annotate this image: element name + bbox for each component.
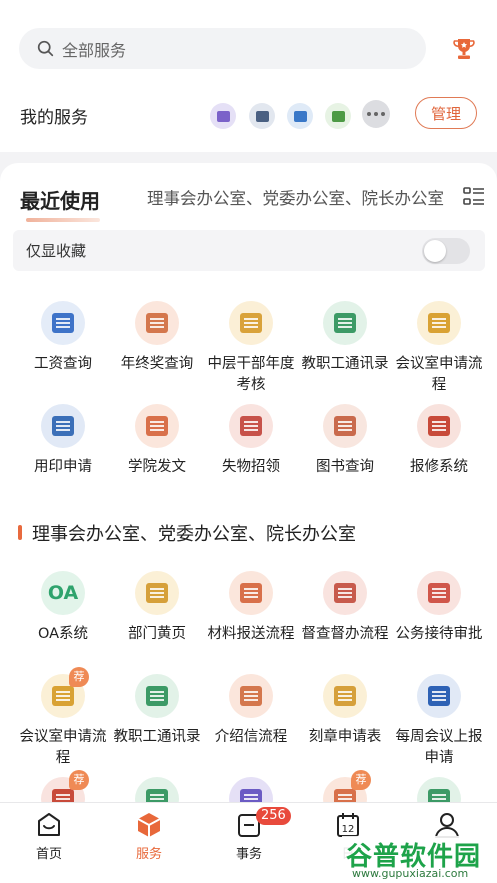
service-item[interactable]: 工资查询 [16, 301, 110, 375]
service-item[interactable]: 中层干部年度考核 [204, 301, 298, 396]
service-item[interactable]: 学院发文 [110, 404, 204, 478]
service-item[interactable]: 失物招领 [204, 404, 298, 478]
favorites-only-row: 仅显收藏 [13, 230, 485, 271]
folder-submit-icon [229, 571, 273, 615]
tasks-badge: 256 [256, 807, 291, 825]
service-item[interactable]: 每周会议上报申请 [392, 674, 486, 769]
service-label: 督查督办流程 [301, 626, 389, 642]
service-label: 公务接待审批 [395, 626, 483, 642]
service-item[interactable]: 督查督办流程 [298, 571, 392, 645]
service-item[interactable]: 图书查询 [298, 404, 392, 478]
services-panel: 最近使用 理事会办公室、党委办公室、院长办公室 仅显收藏 工资查询 年终奖查询 中层… [0, 163, 497, 813]
tab-active-indicator [26, 218, 100, 222]
clipboard-icon[interactable] [325, 103, 351, 129]
bonus-yen-icon [135, 301, 179, 345]
section-marker [18, 525, 22, 540]
service-item[interactable]: 材料报送流程 [204, 571, 298, 645]
service-item[interactable]: 教职工通讯录 [298, 301, 392, 375]
list-view-icon[interactable] [463, 187, 485, 207]
more-dots-icon[interactable] [362, 100, 390, 128]
meeting-room-icon [417, 301, 461, 345]
search-icon [37, 40, 54, 57]
service-label: 报修系统 [410, 459, 468, 475]
repair-house-icon [417, 404, 461, 448]
section-title: 理事会办公室、党委办公室、院长办公室 [32, 524, 356, 545]
service-label: 教职工通讯录 [301, 356, 389, 372]
letter-icon [229, 674, 273, 718]
seal-form-icon [323, 674, 367, 718]
tab-services[interactable]: 服务 [114, 811, 184, 862]
reception-calendar-icon [417, 571, 461, 615]
service-label: 学院发文 [128, 459, 186, 475]
service-label: 会议室申请流程 [395, 356, 483, 393]
service-item[interactable]: 用印申请 [16, 404, 110, 478]
service-item[interactable]: 教职工通讯录 [110, 674, 204, 748]
manage-button[interactable]: 管理 [415, 97, 477, 129]
service-item[interactable]: 公务接待审批 [392, 571, 486, 645]
stamp-icon [41, 404, 85, 448]
my-services-title: 我的服务 [20, 108, 88, 128]
lost-found-icon [229, 404, 273, 448]
document-icon [135, 404, 179, 448]
assessment-icon [229, 301, 273, 345]
tab-office[interactable]: 理事会办公室、党委办公室、院长办公室 [147, 185, 452, 209]
service-item[interactable]: 年终奖查询 [110, 301, 204, 375]
yellow-pages-icon [135, 571, 179, 615]
watermark: 谷普软件园 www.gupuxiazai.com [342, 836, 497, 883]
contacts-book-icon [135, 674, 179, 718]
service-item[interactable]: 介绍信流程 [204, 674, 298, 748]
recommend-badge: 荐 [351, 770, 371, 790]
service-label: 部门黄页 [128, 626, 186, 642]
book-search-icon [323, 404, 367, 448]
weekly-report-icon [417, 674, 461, 718]
service-label: 教职工通讯录 [113, 729, 201, 745]
favorites-only-label: 仅显收藏 [26, 242, 87, 260]
service-label: 图书查询 [316, 459, 374, 475]
contacts-book-icon [323, 301, 367, 345]
top-header: 全部服务 我的服务 管理 [0, 0, 497, 152]
service-item[interactable]: 会议室申请流程 [392, 301, 486, 396]
oa-icon: OA [41, 571, 85, 615]
tab-home[interactable]: 首页 [14, 811, 84, 862]
id-card-icon[interactable] [210, 103, 236, 129]
service-label: 工资查询 [34, 356, 92, 372]
service-item[interactable]: 部门黄页 [110, 571, 204, 645]
service-item[interactable]: 报修系统 [392, 404, 486, 478]
meeting-room-icon: 荐 [41, 667, 89, 718]
service-label: 每周会议上报申请 [395, 729, 483, 766]
svg-text:12: 12 [342, 824, 355, 835]
recommend-badge: 荐 [69, 667, 89, 687]
tab-tasks[interactable]: 256 事务 [214, 807, 291, 862]
service-item[interactable]: 荐会议室申请流程 [16, 667, 110, 769]
service-label: 中层干部年度考核 [207, 356, 295, 393]
service-label: 失物招领 [222, 459, 280, 475]
profile-icon [434, 813, 460, 838]
supervise-icon [323, 571, 367, 615]
calendar-icon: 12 [337, 813, 359, 837]
home-icon [38, 813, 60, 836]
tab-recent[interactable]: 最近使用 [20, 185, 100, 214]
service-label: 用印申请 [34, 459, 92, 475]
chart-board-icon[interactable] [249, 103, 275, 129]
search-placeholder: 全部服务 [62, 40, 127, 60]
service-label: 刻章申请表 [308, 729, 382, 745]
service-label: 材料报送流程 [207, 626, 295, 642]
payroll-icon [41, 301, 85, 345]
service-label: 会议室申请流程 [19, 729, 107, 766]
favorites-only-toggle[interactable] [422, 238, 470, 264]
monitor-icon[interactable] [287, 103, 313, 129]
service-box-icon [137, 813, 161, 837]
trophy-icon[interactable] [453, 37, 475, 61]
service-label: 年终奖查询 [120, 356, 194, 372]
service-label: 介绍信流程 [214, 729, 288, 745]
service-label: OA系统 [37, 626, 89, 642]
service-item[interactable]: OA OA系统 [16, 571, 110, 645]
search-bar[interactable]: 全部服务 [19, 28, 426, 69]
recommend-badge: 荐 [69, 770, 89, 790]
service-item[interactable]: 刻章申请表 [298, 674, 392, 748]
